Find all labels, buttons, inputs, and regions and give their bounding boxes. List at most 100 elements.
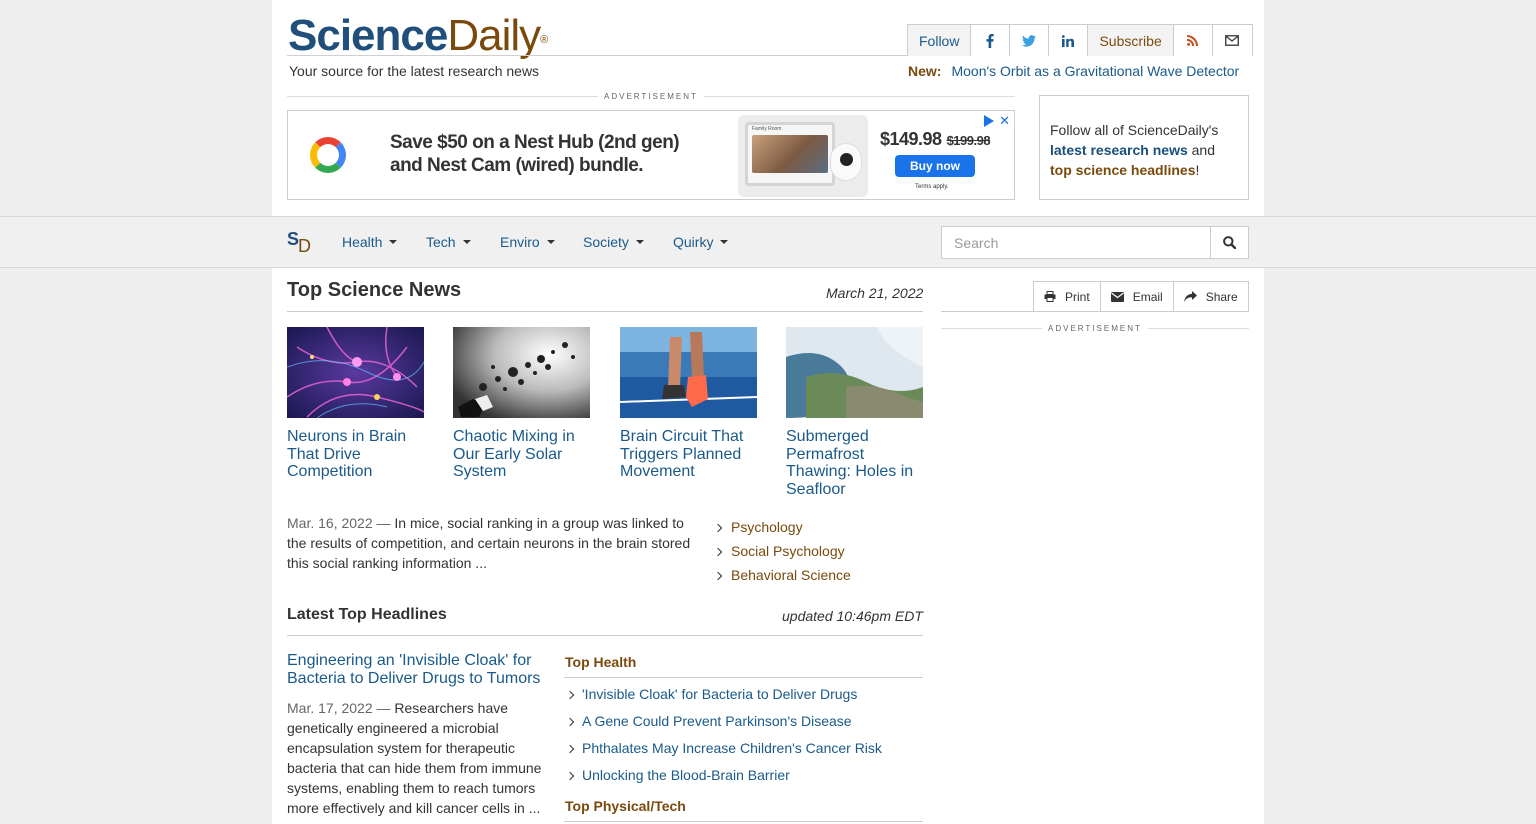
story-title-movement[interactable]: Brain Circuit That Triggers Planned Move… — [620, 428, 760, 481]
top-physical-divider — [564, 821, 923, 822]
ad-headline-line1: Save $50 on a Nest Hub (2nd gen) — [390, 132, 680, 153]
nav-society[interactable]: Society — [583, 234, 644, 250]
print-label: Print — [1065, 289, 1090, 304]
caret-down-icon — [546, 240, 555, 244]
caret-down-icon — [389, 240, 398, 244]
email-subscribe-button[interactable] — [1213, 25, 1252, 56]
lead-date: Mar. 17, 2022 — [287, 700, 373, 716]
story-thumbnail-permafrost[interactable] — [786, 327, 923, 418]
follow-promo-box: Follow all of ScienceDaily's latest rese… — [1039, 95, 1249, 200]
story-title-neurons[interactable]: Neurons in Brain That Drive Competition — [287, 428, 427, 481]
adchoices-icon[interactable] — [984, 115, 994, 127]
top-science-headlines-link[interactable]: top science headlines — [1050, 162, 1196, 178]
headline-text: Unlocking the Blood-Brain Barrier — [582, 767, 790, 783]
rss-button[interactable] — [1174, 25, 1213, 56]
search-input[interactable] — [941, 226, 1211, 259]
banner-ad[interactable]: Save $50 on a Nest Hub (2nd gen) and Nes… — [287, 110, 1015, 200]
print-icon — [1044, 291, 1056, 302]
top-health-heading[interactable]: Top Health — [565, 654, 636, 670]
new-story-link[interactable]: Moon's Orbit as a Gravitational Wave Det… — [951, 63, 1239, 79]
linkedin-button[interactable] — [1049, 25, 1089, 56]
nav-home-logo[interactable]: SD — [287, 229, 312, 256]
story-title-solar-system[interactable]: Chaotic Mixing in Our Early Solar System — [453, 428, 593, 481]
ad-current-price: $149.98 — [880, 129, 942, 149]
share-toolbar: Print Email Share — [1033, 281, 1249, 312]
search-icon — [1223, 236, 1236, 249]
nav-tech[interactable]: Tech — [426, 234, 471, 250]
ad-label: ADVERTISEMENT — [598, 92, 704, 101]
story-thumbnail-solar-system[interactable] — [453, 327, 590, 418]
ad-terms: Terms apply. — [915, 184, 949, 190]
asteroids-image — [453, 327, 590, 418]
ad-buy-now-button[interactable]: Buy now — [895, 155, 975, 177]
headline-item[interactable]: Phthalates May Increase Children's Cance… — [564, 735, 882, 762]
topic-item[interactable]: Psychology — [713, 515, 851, 539]
search-button[interactable] — [1210, 226, 1249, 259]
headline-item[interactable]: 'Invisible Cloak' for Bacteria to Delive… — [564, 681, 882, 708]
share-label: Share — [1205, 289, 1238, 304]
top-news-date: March 21, 2022 — [826, 285, 924, 301]
nav-health[interactable]: Health — [342, 234, 398, 250]
navbar-background — [0, 216, 1536, 268]
headline-text: 'Invisible Cloak' for Bacteria to Delive… — [582, 686, 858, 702]
site-tagline: Your source for the latest research news — [289, 63, 540, 79]
linkedin-icon — [1062, 34, 1075, 47]
share-icon — [1183, 291, 1197, 302]
email-button[interactable]: Email — [1101, 282, 1174, 311]
ad-headline: Save $50 on a Nest Hub (2nd gen) and Nes… — [390, 131, 680, 177]
latest-updated-time: updated 10:46pm EDT — [782, 608, 923, 624]
new-story-ticker: New: Moon's Orbit as a Gravitational Wave… — [908, 63, 1239, 79]
chevron-right-icon — [565, 690, 575, 700]
story-thumbnail-neurons[interactable] — [287, 327, 424, 418]
google-logo-icon — [310, 137, 346, 173]
social-toolbar: Follow Subscribe — [907, 24, 1253, 56]
share-button[interactable]: Share — [1174, 282, 1248, 311]
ad-close-icon[interactable]: ✕ — [999, 113, 1010, 129]
nest-cam-image — [830, 143, 862, 181]
rss-icon — [1187, 35, 1199, 46]
chevron-right-icon — [713, 547, 723, 556]
story-thumbnail-movement[interactable] — [620, 327, 757, 418]
follow-label: Follow — [908, 25, 972, 56]
summary-separator: — — [372, 515, 395, 531]
top-story-summary: Mar. 16, 2022 — In mice, social ranking … — [287, 513, 697, 573]
top-health-list: 'Invisible Cloak' for Bacteria to Delive… — [564, 681, 882, 789]
topic-behavioral-science: Behavioral Science — [731, 567, 851, 583]
logo-daily: Daily — [447, 11, 541, 60]
nav-enviro[interactable]: Enviro — [500, 234, 555, 250]
lead-text: Researchers have genetically engineered … — [287, 700, 542, 816]
top-science-news-heading: Top Science News — [287, 279, 462, 301]
nav-logo-d: D — [298, 236, 312, 256]
latest-research-news-link[interactable]: latest research news — [1050, 142, 1188, 158]
chevron-right-icon — [713, 523, 723, 532]
envelope-icon — [1110, 291, 1124, 302]
caret-down-icon — [462, 240, 471, 244]
runner-image — [620, 327, 757, 418]
caret-down-icon — [635, 240, 644, 244]
arctic-map-image — [786, 327, 923, 418]
new-label: New: — [908, 63, 942, 79]
twitter-button[interactable] — [1010, 25, 1050, 56]
section-divider — [287, 635, 923, 636]
topic-psychology: Psychology — [731, 519, 803, 535]
topic-social-psychology: Social Psychology — [731, 543, 845, 559]
headline-text: A Gene Could Prevent Parkinson's Disease — [582, 713, 852, 729]
lead-headline-link[interactable]: Engineering an 'Invisible Cloak' for Bac… — [287, 652, 547, 688]
lead-separator: — — [372, 700, 395, 716]
ad-old-price: $199.98 — [946, 133, 991, 148]
print-button[interactable]: Print — [1034, 282, 1101, 311]
story-title-permafrost[interactable]: Submerged Permafrost Thawing: Holes in S… — [786, 428, 926, 498]
headline-item[interactable]: A Gene Could Prevent Parkinson's Disease — [564, 708, 882, 735]
headline-item[interactable]: Unlocking the Blood-Brain Barrier — [564, 762, 882, 789]
follow-promo-exclaim: ! — [1195, 162, 1200, 178]
topic-item[interactable]: Behavioral Science — [713, 563, 851, 587]
chevron-right-icon — [565, 717, 575, 727]
top-physical-tech-heading[interactable]: Top Physical/Tech — [565, 798, 686, 814]
site-logo[interactable]: ScienceDaily® — [288, 11, 548, 60]
nav-enviro-label: Enviro — [500, 234, 540, 250]
twitter-icon — [1022, 34, 1037, 47]
nav-quirky[interactable]: Quirky — [673, 234, 729, 250]
facebook-button[interactable] — [971, 25, 1011, 56]
ad-screen-caption: Family Room — [752, 126, 782, 132]
topic-item[interactable]: Social Psychology — [713, 539, 851, 563]
